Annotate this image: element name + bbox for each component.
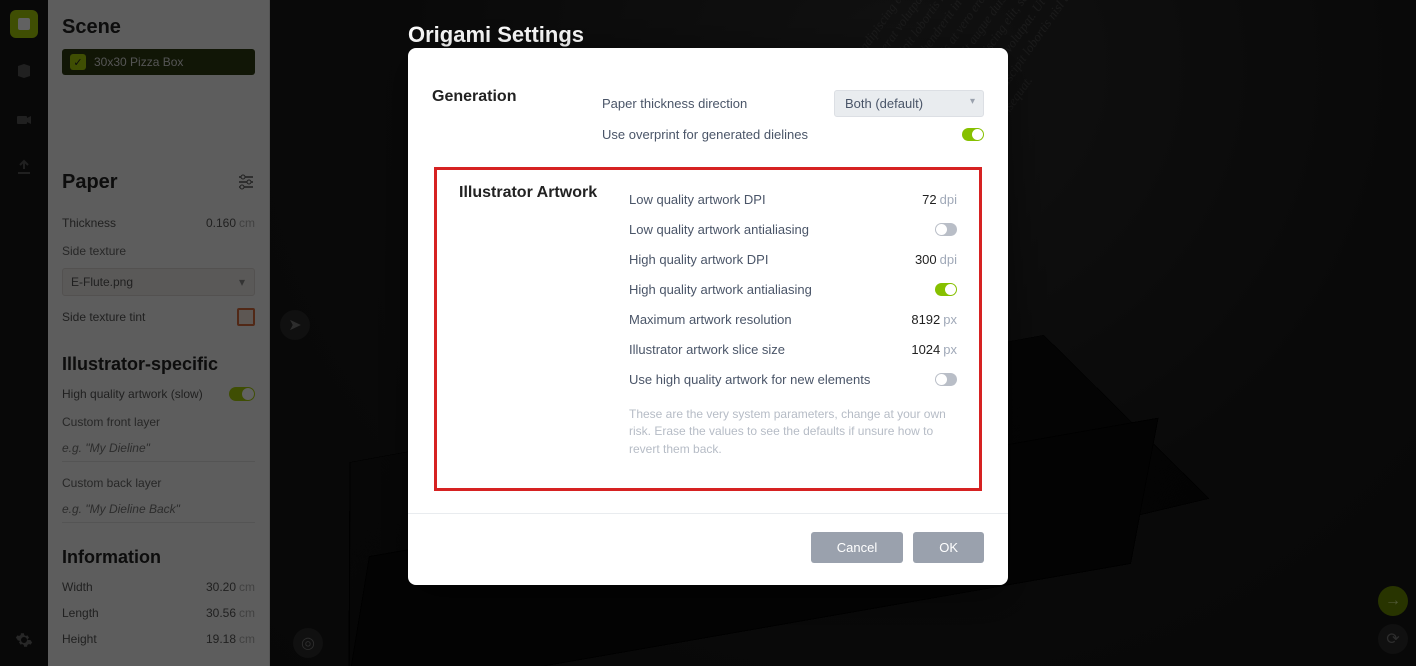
slice-unit: px — [943, 342, 957, 357]
max-res-value[interactable]: 8192 — [911, 312, 940, 327]
low-dpi-unit: dpi — [940, 192, 957, 207]
high-aa-toggle[interactable] — [935, 283, 957, 296]
illustrator-artwork-section: Illustrator Artwork Low quality artwork … — [434, 167, 982, 491]
artwork-note: These are the very system parameters, ch… — [629, 406, 957, 458]
use-hq-new-label: Use high quality artwork for new element… — [629, 372, 870, 387]
overprint-label: Use overprint for generated dielines — [602, 127, 808, 142]
max-res-unit: px — [943, 312, 957, 327]
max-res-label: Maximum artwork resolution — [629, 312, 792, 327]
low-aa-toggle[interactable] — [935, 223, 957, 236]
ok-button[interactable]: OK — [913, 532, 984, 563]
slice-label: Illustrator artwork slice size — [629, 342, 785, 357]
high-aa-label: High quality artwork antialiasing — [629, 282, 812, 297]
high-dpi-unit: dpi — [940, 252, 957, 267]
artwork-heading: Illustrator Artwork — [459, 184, 629, 458]
use-hq-new-toggle[interactable] — [935, 373, 957, 386]
modal-wrap: Origami Settings Generation Paper thickn… — [0, 0, 1416, 666]
cancel-button[interactable]: Cancel — [811, 532, 903, 563]
paper-thickness-dir-label: Paper thickness direction — [602, 96, 747, 111]
overprint-toggle[interactable] — [962, 128, 984, 141]
high-dpi-value[interactable]: 300 — [915, 252, 937, 267]
low-dpi-value[interactable]: 72 — [922, 192, 936, 207]
settings-modal: Generation Paper thickness direction Bot… — [408, 48, 1008, 585]
high-dpi-label: High quality artwork DPI — [629, 252, 768, 267]
paper-thickness-dir-select[interactable]: Both (default) — [834, 90, 984, 117]
low-dpi-label: Low quality artwork DPI — [629, 192, 766, 207]
low-aa-label: Low quality artwork antialiasing — [629, 222, 809, 237]
slice-value[interactable]: 1024 — [911, 342, 940, 357]
modal-title: Origami Settings — [408, 22, 584, 48]
modal-divider — [408, 513, 1008, 514]
generation-heading: Generation — [432, 88, 602, 149]
